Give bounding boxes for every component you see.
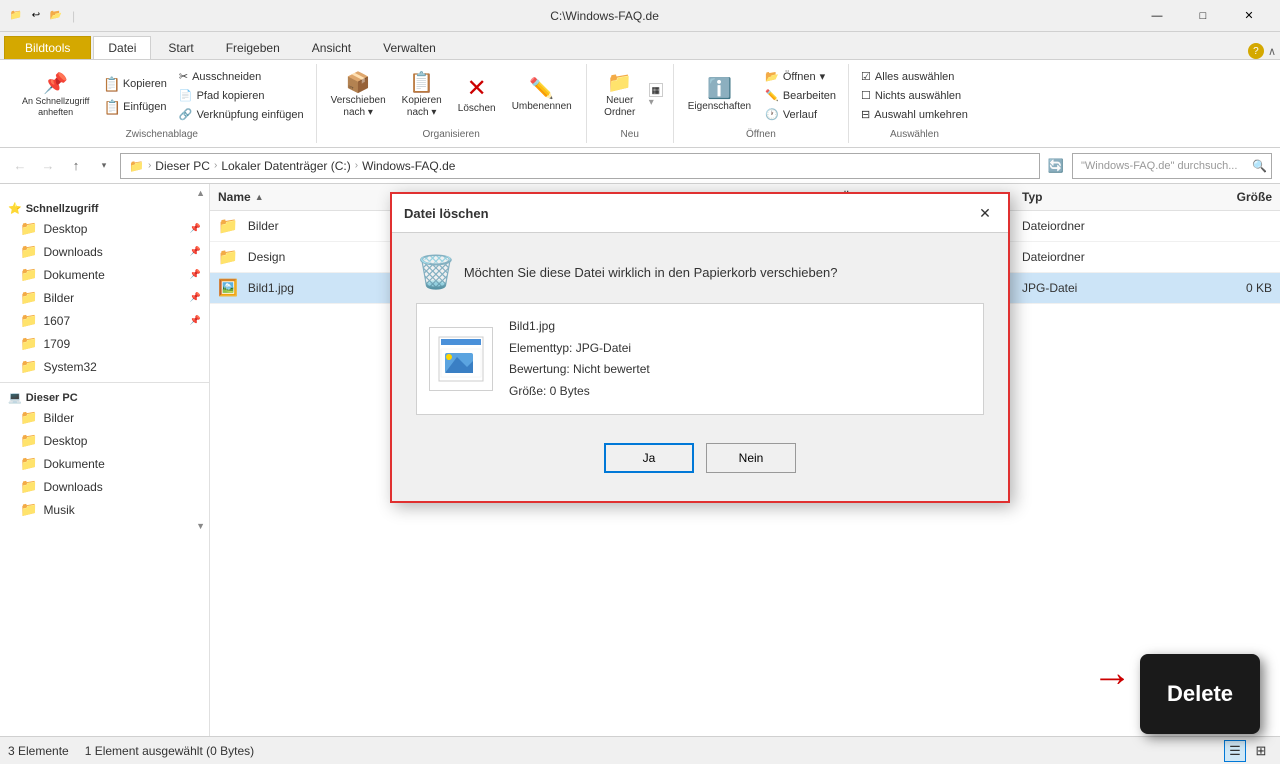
file-detail-size: Größe: 0 Bytes xyxy=(509,381,650,403)
file-details: Bild1.jpg Elementtyp: JPG-Datei Bewertun… xyxy=(509,316,650,402)
image-preview-icon xyxy=(437,335,485,383)
delete-key-badge: Delete xyxy=(1140,654,1260,734)
dialog-header-row: 🗑️ Möchten Sie diese Datei wirklich in d… xyxy=(416,253,984,291)
file-thumbnail xyxy=(429,327,493,391)
file-detail-name: Bild1.jpg xyxy=(509,316,650,338)
nein-button[interactable]: Nein xyxy=(706,443,796,473)
arrow-indicator: ← xyxy=(1092,651,1132,696)
dialog-question: Möchten Sie diese Datei wirklich in den … xyxy=(464,265,838,280)
file-detail-type: Elementtyp: JPG-Datei xyxy=(509,338,650,360)
dialog-file-info: Bild1.jpg Elementtyp: JPG-Datei Bewertun… xyxy=(416,303,984,415)
dialog-close-button[interactable]: ✕ xyxy=(974,202,996,224)
dialog-title: Datei löschen xyxy=(404,206,489,221)
dialog-title-bar: Datei löschen ✕ xyxy=(392,194,1008,233)
dialog-buttons: Ja Nein xyxy=(416,435,984,481)
dialog-overlay: Datei löschen ✕ 🗑️ Möchten Sie diese Dat… xyxy=(0,0,1280,764)
recycle-icon: 🗑️ xyxy=(416,253,456,291)
dialog-body: 🗑️ Möchten Sie diese Datei wirklich in d… xyxy=(392,233,1008,501)
delete-dialog: Datei löschen ✕ 🗑️ Möchten Sie diese Dat… xyxy=(390,192,1010,503)
ja-button[interactable]: Ja xyxy=(604,443,694,473)
file-detail-rating: Bewertung: Nicht bewertet xyxy=(509,359,650,381)
